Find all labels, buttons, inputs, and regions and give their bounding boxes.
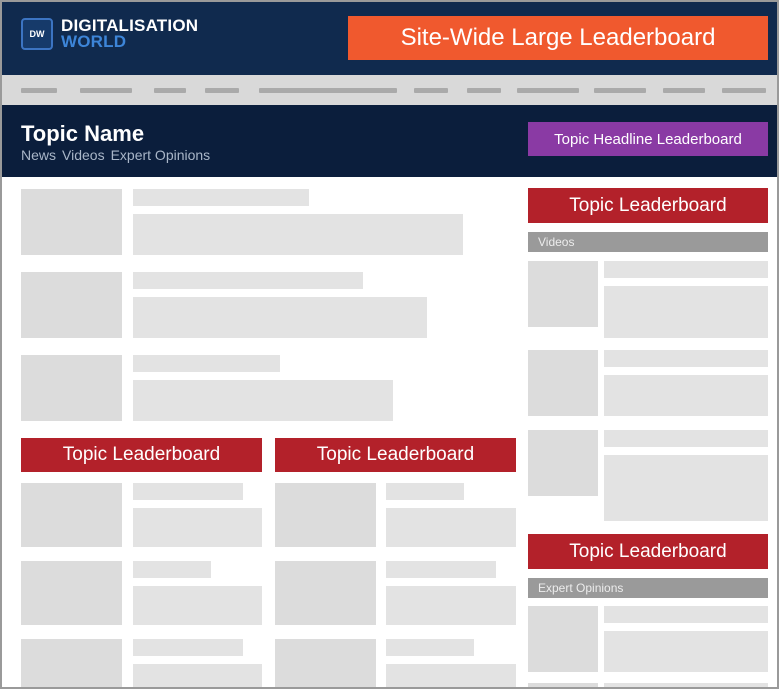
nav-item[interactable] <box>205 88 239 93</box>
article-title-placeholder[interactable] <box>133 355 280 372</box>
site-header: DW DIGITALISATION WORLD Site-Wide Large … <box>2 2 777 75</box>
nav-item[interactable] <box>722 88 766 93</box>
article-thumbnail[interactable] <box>275 639 376 687</box>
video-summary-placeholder <box>604 375 768 416</box>
video-title-placeholder[interactable] <box>604 350 768 367</box>
nav-bar <box>2 75 777 105</box>
article-title-placeholder[interactable] <box>133 561 211 578</box>
article-thumbnail[interactable] <box>21 483 122 547</box>
nav-item[interactable] <box>594 88 646 93</box>
article-thumbnail[interactable] <box>21 639 122 687</box>
topic-links: News Videos Expert Opinions <box>21 147 210 163</box>
article-summary-placeholder <box>133 664 262 687</box>
nav-item[interactable] <box>467 88 501 93</box>
expert-opinion-thumbnail[interactable] <box>528 683 598 687</box>
article-summary-placeholder <box>386 586 516 625</box>
topic-headline-leaderboard-ad[interactable]: Topic Headline Leaderboard <box>528 122 768 156</box>
article-summary-placeholder <box>133 380 393 421</box>
topic-leaderboard-ad-left[interactable]: Topic Leaderboard <box>21 438 262 472</box>
article-thumbnail[interactable] <box>21 189 122 255</box>
expert-opinion-title-placeholder[interactable] <box>604 683 768 687</box>
article-title-placeholder[interactable] <box>133 483 243 500</box>
article-title-placeholder[interactable] <box>133 639 243 656</box>
topic-link-expert-opinions[interactable]: Expert Opinions <box>111 147 211 163</box>
videos-section-label[interactable]: Videos <box>528 232 768 252</box>
site-logo[interactable]: DW DIGITALISATION WORLD <box>21 17 198 51</box>
article-summary-placeholder <box>133 508 262 547</box>
article-summary-placeholder <box>386 664 516 687</box>
nav-item[interactable] <box>517 88 579 93</box>
article-thumbnail[interactable] <box>21 272 122 338</box>
logo-text: DIGITALISATION WORLD <box>61 17 198 51</box>
article-thumbnail[interactable] <box>21 355 122 421</box>
article-thumbnail[interactable] <box>275 561 376 625</box>
expert-opinion-summary-placeholder <box>604 631 768 672</box>
expert-opinion-title-placeholder[interactable] <box>604 606 768 623</box>
nav-item[interactable] <box>259 88 397 93</box>
video-thumbnail[interactable] <box>528 261 598 327</box>
article-summary-placeholder <box>133 297 427 338</box>
topic-link-videos[interactable]: Videos <box>62 147 105 163</box>
video-thumbnail[interactable] <box>528 350 598 416</box>
video-thumbnail[interactable] <box>528 430 598 496</box>
article-title-placeholder[interactable] <box>133 272 363 289</box>
topic-link-news[interactable]: News <box>21 147 56 163</box>
nav-item[interactable] <box>663 88 705 93</box>
article-summary-placeholder <box>386 508 516 547</box>
article-thumbnail[interactable] <box>275 483 376 547</box>
expert-opinions-section-label[interactable]: Expert Opinions <box>528 578 768 598</box>
article-title-placeholder[interactable] <box>133 189 309 206</box>
logo-line-2: WORLD <box>61 32 127 51</box>
article-title-placeholder[interactable] <box>386 483 464 500</box>
article-title-placeholder[interactable] <box>386 561 496 578</box>
video-title-placeholder[interactable] <box>604 430 768 447</box>
article-thumbnail[interactable] <box>21 561 122 625</box>
article-title-placeholder[interactable] <box>386 639 474 656</box>
logo-badge: DW <box>21 18 53 50</box>
video-summary-placeholder <box>604 455 768 521</box>
topic-leaderboard-ad-sidebar-top[interactable]: Topic Leaderboard <box>528 188 768 223</box>
nav-item[interactable] <box>21 88 57 93</box>
nav-item[interactable] <box>80 88 132 93</box>
topic-leaderboard-ad-sidebar-bottom[interactable]: Topic Leaderboard <box>528 534 768 569</box>
video-summary-placeholder <box>604 286 768 338</box>
site-wide-leaderboard-ad[interactable]: Site-Wide Large Leaderboard <box>348 16 768 60</box>
article-summary-placeholder <box>133 586 262 625</box>
nav-item[interactable] <box>414 88 448 93</box>
page-frame: DW DIGITALISATION WORLD Site-Wide Large … <box>0 0 779 689</box>
topic-leaderboard-ad-middle[interactable]: Topic Leaderboard <box>275 438 516 472</box>
video-title-placeholder[interactable] <box>604 261 768 278</box>
expert-opinion-thumbnail[interactable] <box>528 606 598 672</box>
topic-title: Topic Name <box>21 121 145 146</box>
article-summary-placeholder <box>133 214 463 255</box>
nav-item[interactable] <box>154 88 186 93</box>
